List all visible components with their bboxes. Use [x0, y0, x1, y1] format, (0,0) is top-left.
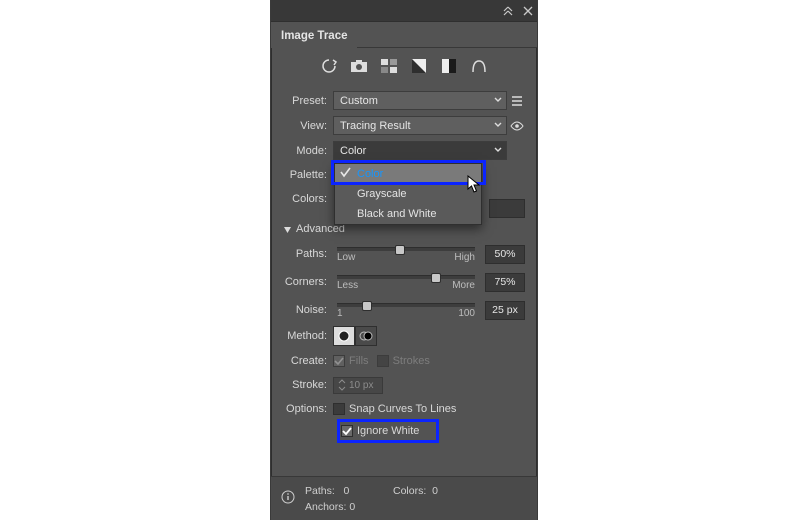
noise-row: Noise: 1 100 25 px — [271, 295, 537, 323]
info-icon[interactable] — [281, 490, 297, 507]
slider-thumb[interactable] — [431, 273, 441, 283]
fills-label: Fills — [349, 355, 369, 367]
method-row: Method: — [271, 323, 537, 349]
create-row: Create: Fills Strokes — [271, 349, 537, 373]
dropdown-item-label: Grayscale — [357, 188, 407, 200]
method-abutting-button[interactable] — [333, 326, 355, 346]
chevron-down-icon — [494, 120, 502, 132]
stroke-value: 10 px — [349, 380, 373, 391]
image-trace-panel: Image Trace Preset: Custom View: Tracing… — [270, 0, 538, 520]
view-value: Tracing Result — [340, 120, 411, 132]
paths-slider[interactable] — [337, 247, 475, 251]
strokes-checkbox — [377, 355, 389, 367]
disclosure-triangle-icon — [283, 225, 292, 234]
stroke-row: Stroke: 10 px — [271, 373, 537, 397]
ignore-white-checkbox[interactable] — [341, 425, 353, 437]
options-row: Options: Snap Curves To Lines — [271, 397, 537, 421]
noise-label: Noise: — [271, 304, 333, 316]
view-row: View: Tracing Result — [271, 113, 537, 138]
paths-row: Paths: Low High 50% — [271, 239, 537, 267]
chevron-down-icon — [494, 95, 502, 107]
footer-colors-value: 0 — [432, 485, 438, 497]
slider-thumb[interactable] — [362, 301, 372, 311]
preset-label: Preset: — [271, 95, 333, 107]
colors-value-box[interactable] — [489, 199, 525, 218]
tab-image-trace[interactable]: Image Trace — [271, 25, 357, 48]
panel-titlebar — [271, 0, 537, 22]
preset-icon-row — [271, 48, 537, 88]
dropdown-item-label: Black and White — [357, 208, 436, 220]
footer-anchors-value: 0 — [349, 501, 355, 513]
mode-row: Mode: Color — [271, 138, 537, 163]
mode-option-color[interactable]: Color — [335, 164, 481, 184]
ignore-white-option[interactable]: Ignore White — [339, 421, 437, 441]
close-icon[interactable] — [523, 6, 533, 16]
method-overlapping-button[interactable] — [355, 326, 377, 346]
view-select[interactable]: Tracing Result — [333, 116, 507, 135]
paths-label: Paths: — [271, 248, 333, 260]
preset-grayscale-icon[interactable] — [410, 58, 428, 74]
footer-colors-label: Colors: — [393, 485, 426, 497]
preset-value: Custom — [340, 95, 378, 107]
colors-label: Colors: — [271, 193, 333, 205]
collapse-icon[interactable] — [503, 6, 513, 16]
view-label: View: — [271, 120, 333, 132]
preset-auto-icon[interactable] — [320, 58, 338, 74]
panel-footer: Paths: 0 Anchors: 0 Colors: 0 — [271, 476, 537, 520]
strokes-label: Strokes — [393, 355, 430, 367]
corners-label: Corners: — [271, 276, 333, 288]
scale-high: More — [452, 280, 475, 291]
preset-select[interactable]: Custom — [333, 91, 507, 110]
preset-photo-icon[interactable] — [350, 58, 368, 74]
preset-lowcolor-icon[interactable] — [380, 58, 398, 74]
palette-label: Palette: — [271, 169, 333, 181]
mode-label: Mode: — [271, 145, 333, 157]
corners-value[interactable]: 75% — [485, 273, 525, 292]
noise-value[interactable]: 25 px — [485, 301, 525, 320]
footer-paths-label: Paths: — [305, 485, 335, 497]
preset-row: Preset: Custom — [271, 88, 537, 113]
scale-low: Less — [337, 280, 358, 291]
corners-slider[interactable] — [337, 275, 475, 279]
snap-checkbox[interactable] — [333, 403, 345, 415]
paths-value[interactable]: 50% — [485, 245, 525, 264]
snap-label: Snap Curves To Lines — [349, 403, 456, 415]
mode-value: Color — [340, 145, 366, 157]
chevron-down-icon — [494, 145, 502, 157]
dropdown-item-label: Color — [357, 168, 383, 180]
stroke-label: Stroke: — [271, 379, 333, 391]
preset-outline-icon[interactable] — [470, 58, 488, 74]
eye-icon[interactable] — [507, 119, 527, 133]
options-label: Options: — [271, 403, 333, 415]
mode-option-grayscale[interactable]: Grayscale — [335, 184, 481, 204]
scale-low: Low — [337, 252, 355, 263]
noise-slider[interactable] — [337, 303, 475, 307]
corners-row: Corners: Less More 75% — [271, 267, 537, 295]
stroke-input: 10 px — [333, 377, 383, 394]
mode-option-bw[interactable]: Black and White — [335, 204, 481, 224]
create-label: Create: — [271, 355, 333, 367]
mode-select[interactable]: Color — [333, 141, 507, 160]
scale-high: 100 — [458, 308, 475, 319]
ignore-white-label: Ignore White — [357, 425, 419, 437]
method-label: Method: — [271, 330, 333, 342]
scale-low: 1 — [337, 308, 343, 319]
check-icon — [340, 167, 351, 181]
scale-high: High — [454, 252, 475, 263]
fills-checkbox — [333, 355, 345, 367]
preset-menu-icon[interactable] — [507, 94, 527, 108]
panel-tab-row: Image Trace — [271, 22, 537, 48]
preset-bw-icon[interactable] — [440, 58, 458, 74]
footer-paths-value: 0 — [344, 485, 350, 497]
mode-dropdown[interactable]: Color Grayscale Black and White — [334, 163, 482, 225]
footer-anchors-label: Anchors: — [305, 501, 346, 513]
slider-thumb[interactable] — [395, 245, 405, 255]
